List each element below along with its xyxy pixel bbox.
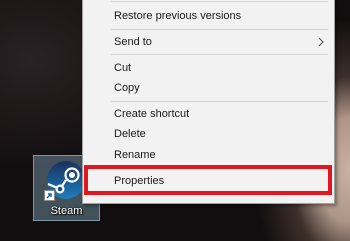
- chevron-right-icon: [318, 37, 324, 47]
- menu-separator: [111, 101, 328, 102]
- menu-item-cut[interactable]: Cut: [83, 58, 334, 78]
- menu-item-create-shortcut[interactable]: Create shortcut: [83, 104, 334, 124]
- menu-separator: [111, 29, 328, 30]
- menu-separator: [111, 1, 328, 2]
- desktop-icon-label: Steam: [50, 205, 83, 217]
- menu-separator: [111, 54, 328, 55]
- menu-item-copy[interactable]: Copy: [83, 78, 334, 98]
- menu-item-label: Send to: [114, 36, 152, 48]
- context-menu: Restore previous versions Send to Cut Co…: [82, 0, 335, 204]
- menu-item-delete[interactable]: Delete: [83, 124, 334, 144]
- menu-item-restore-previous-versions[interactable]: Restore previous versions: [83, 6, 334, 26]
- menu-item-send-to[interactable]: Send to: [83, 32, 334, 52]
- menu-item-properties[interactable]: Properties: [83, 171, 334, 191]
- menu-item-rename[interactable]: Rename: [83, 145, 334, 165]
- shortcut-arrow-icon: [44, 190, 55, 201]
- menu-separator: [111, 167, 328, 168]
